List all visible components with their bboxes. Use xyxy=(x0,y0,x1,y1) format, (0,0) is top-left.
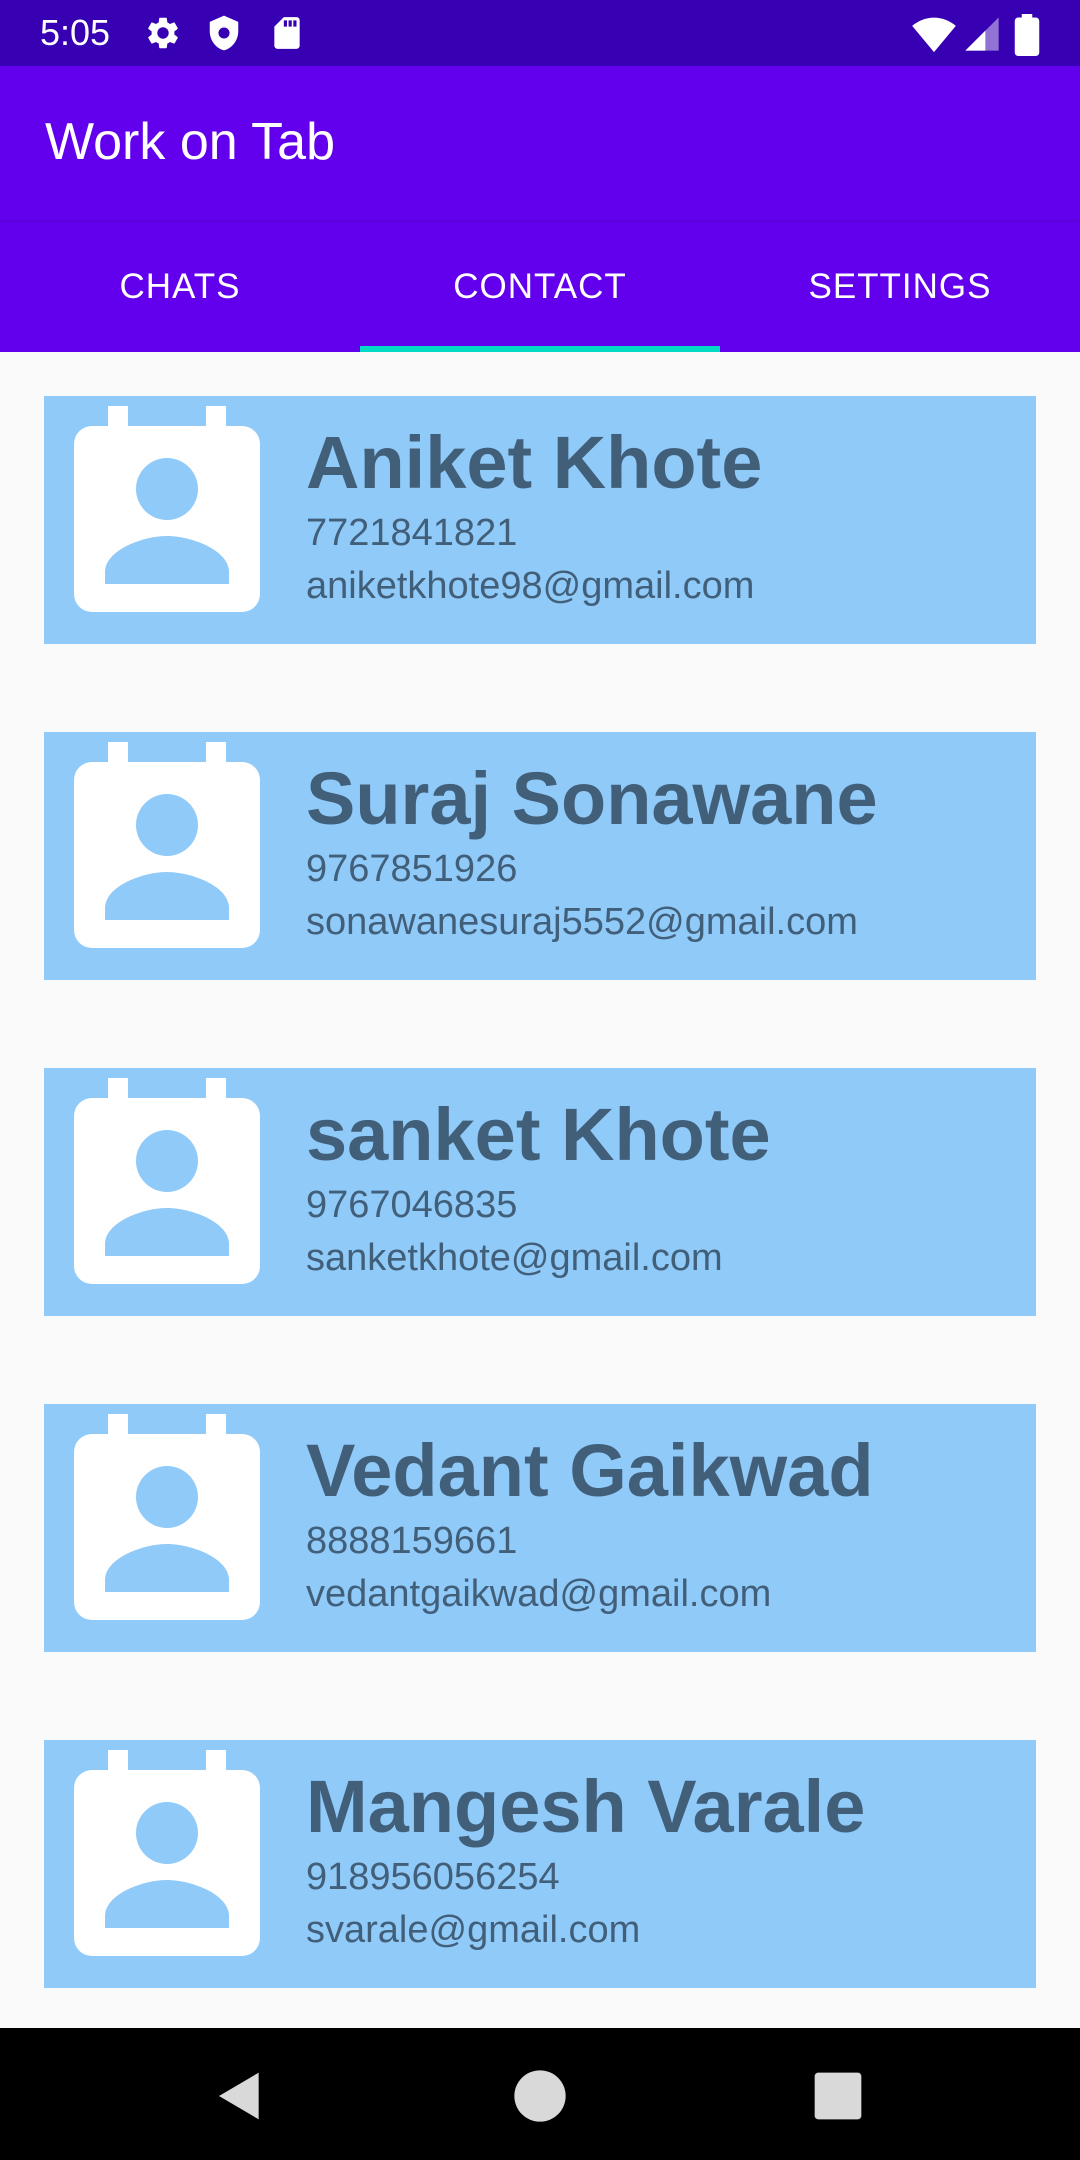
battery-icon xyxy=(1014,14,1040,56)
contact-list: Aniket Khote 7721841821 aniketkhote98@gm… xyxy=(44,396,1036,2076)
contact-name: Mangesh Varale xyxy=(306,1765,866,1848)
app-bar: Work on Tab xyxy=(0,66,1080,222)
tab-bar: CHATS CONTACT SETTINGS xyxy=(0,222,1080,352)
contact-card-icon xyxy=(74,742,260,948)
contact-card-icon xyxy=(74,1750,260,1956)
tab-settings[interactable]: SETTINGS xyxy=(720,222,1080,352)
recents-icon[interactable] xyxy=(810,2068,866,2124)
contact-phone: 918956056254 xyxy=(306,1856,560,1898)
back-icon[interactable] xyxy=(212,2068,268,2124)
contact-email: sonawanesuraj5552@gmail.com xyxy=(306,901,858,943)
app-title: Work on Tab xyxy=(45,113,336,171)
contact-name: Aniket Khote xyxy=(306,421,763,504)
tab-contact[interactable]: CONTACT xyxy=(360,222,720,352)
contact-card[interactable]: sanket Khote 9767046835 sanketkhote@gmai… xyxy=(44,1068,1036,1316)
contact-card[interactable]: Aniket Khote 7721841821 aniketkhote98@gm… xyxy=(44,396,1036,644)
sd-card-icon xyxy=(274,17,300,49)
contact-email: aniketkhote98@gmail.com xyxy=(306,565,755,607)
contact-name: Suraj Sonawane xyxy=(306,757,878,840)
contact-name: sanket Khote xyxy=(306,1093,771,1176)
contact-card[interactable]: Vedant Gaikwad 8888159661 vedantgaikwad@… xyxy=(44,1404,1036,1652)
contact-phone: 9767851926 xyxy=(306,848,518,890)
contact-card-icon xyxy=(74,1078,260,1284)
signal-icon xyxy=(965,17,999,51)
navigation-bar xyxy=(0,2028,1080,2160)
tab-chats[interactable]: CHATS xyxy=(0,222,360,352)
gear-icon xyxy=(148,17,178,49)
contact-email: sanketkhote@gmail.com xyxy=(306,1237,723,1279)
shield-icon xyxy=(209,15,239,51)
contact-email: svarale@gmail.com xyxy=(306,1909,641,1951)
status-bar: 5:05 xyxy=(0,0,1080,66)
contact-card[interactable]: Mangesh Varale 918956056254 svarale@gmai… xyxy=(44,1740,1036,1988)
contact-card[interactable]: Suraj Sonawane 9767851926 sonawanesuraj5… xyxy=(44,732,1036,980)
contact-email: vedantgaikwad@gmail.com xyxy=(306,1573,772,1615)
contact-phone: 9767046835 xyxy=(306,1184,518,1226)
home-icon[interactable] xyxy=(512,2068,568,2124)
contact-phone: 7721841821 xyxy=(306,512,518,554)
contact-phone: 8888159661 xyxy=(306,1520,518,1562)
wifi-icon xyxy=(912,17,956,53)
contact-card-icon xyxy=(74,1414,260,1620)
contact-name: Vedant Gaikwad xyxy=(306,1429,874,1512)
contact-card-icon xyxy=(74,406,260,612)
status-time: 5:05 xyxy=(40,12,111,53)
